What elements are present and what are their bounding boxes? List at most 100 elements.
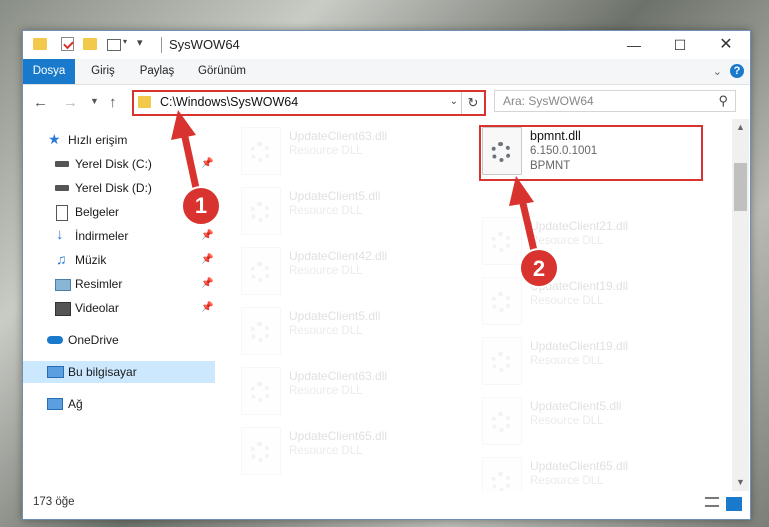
navigation-bar: ← → ▼ ↑ C:\Windows\SysWOW64 ⌄ ↻ Ara: Sys… [23,85,750,119]
dll-file-icon [482,277,522,325]
drive-icon [55,161,69,167]
file-tile[interactable]: UpdateClient21.dll Resource DLL [482,217,702,267]
maximize-button[interactable]: ☐ [657,31,703,59]
downloads-icon: ↓ [56,226,64,243]
file-name: UpdateClient5.dll [530,399,622,413]
status-bar: 173 öğe [23,491,750,519]
file-tile[interactable]: UpdateClient63.dll Resource DLL [241,127,461,177]
tab-giris[interactable]: Giriş [81,59,125,84]
file-tile[interactable]: UpdateClient5.dll Resource DLL [241,307,461,357]
search-icon[interactable]: ⚲ [718,93,728,109]
sidebar-item-drive-d[interactable]: Yerel Disk (D:) [23,177,215,199]
sidebar-item-label: Ağ [68,397,83,411]
help-icon[interactable]: ? [730,64,744,78]
file-name: UpdateClient5.dll [289,309,381,323]
gear-icon [250,262,270,282]
customize-icon[interactable] [107,39,121,51]
file-tile[interactable]: UpdateClient19.dll Resource DLL [482,277,702,327]
tab-paylas[interactable]: Paylaş [133,59,181,84]
navigation-pane: ★ Hızlı erişim Yerel Disk (C:) 📌 Yerel D… [23,119,215,491]
pin-icon: 📌 [201,302,214,313]
gear-icon [250,382,270,402]
sidebar-item-label: Hızlı erişim [68,133,128,147]
pin-icon: 📌 [201,158,214,169]
file-tile[interactable]: UpdateClient19.dll Resource DLL [482,337,702,387]
file-tile[interactable]: UpdateClient63.dll Resource DLL [241,367,461,417]
gear-icon [250,142,270,162]
file-tile[interactable]: UpdateClient5.dll Resource DLL [241,187,461,237]
sidebar-item-this-pc[interactable]: Bu bilgisayar [23,361,215,383]
sidebar-item-music[interactable]: ♫ Müzik 📌 [23,249,215,271]
collapse-ribbon-icon[interactable]: ⌄ [713,65,722,78]
chevron-down-icon[interactable]: ▾ [123,37,131,51]
file-tile[interactable]: UpdateClient42.dll Resource DLL [241,247,461,297]
folder-icon [138,96,151,108]
pin-icon: 📌 [201,230,214,241]
scroll-down-arrow[interactable]: ▼ [732,474,749,491]
documents-icon [56,205,68,221]
new-folder-icon[interactable] [83,38,97,50]
dll-file-icon [241,427,281,475]
toolbar-dropdown-icon[interactable]: ▾ [137,36,147,50]
search-input[interactable]: Ara: SysWOW64 ⚲ [494,90,736,112]
gear-icon [491,232,511,252]
sidebar-item-quick-access[interactable]: ★ Hızlı erişim [23,129,215,151]
music-icon: ♫ [56,251,67,267]
minimize-button[interactable]: — [611,31,657,59]
details-view-icon[interactable] [705,497,719,507]
file-tile[interactable]: UpdateClient65.dll Resource DLL [482,457,702,491]
address-path[interactable]: C:\Windows\SysWOW64 [160,95,298,109]
file-explorer-window: ▾ ▾ SysWOW64 — ☐ ✕ Dosya Giriş Paylaş Gö… [22,30,751,520]
sidebar-item-pictures[interactable]: Resimler 📌 [23,273,215,295]
dll-file-icon [241,127,281,175]
sidebar-item-onedrive[interactable]: OneDrive [23,329,215,351]
title-bar: ▾ ▾ SysWOW64 — ☐ ✕ [23,31,750,59]
file-name: UpdateClient65.dll [289,429,388,443]
dll-file-icon [482,217,522,265]
file-name: UpdateClient65.dll [530,459,629,473]
up-button[interactable]: ↑ [109,94,117,111]
gear-icon [250,322,270,342]
file-type: Resource DLL [289,205,363,217]
folder-icon [33,38,47,50]
recent-locations-button[interactable]: ▼ [90,96,99,106]
sidebar-item-label: Yerel Disk (D:) [75,181,152,195]
file-tile[interactable]: UpdateClient65.dll Resource DLL [241,427,461,477]
file-name: UpdateClient63.dll [289,369,388,383]
tab-dosya[interactable]: Dosya [23,59,75,84]
window-title: SysWOW64 [169,37,240,52]
sidebar-item-videos[interactable]: Videolar 📌 [23,297,215,319]
file-name: UpdateClient21.dll [530,219,629,233]
address-bar[interactable]: C:\Windows\SysWOW64 ⌄ ↻ [132,90,486,116]
scroll-up-arrow[interactable]: ▲ [732,119,749,136]
tab-gorunum[interactable]: Görünüm [191,59,253,84]
file-tile[interactable]: UpdateClient5.dll Resource DLL [482,397,702,447]
sidebar-item-network[interactable]: Ağ [23,393,215,415]
dll-file-icon [241,307,281,355]
chevron-down-icon[interactable]: ⌄ [450,96,458,107]
network-icon [47,398,63,410]
pin-icon: 📌 [201,254,214,265]
file-type: Resource DLL [530,295,604,307]
sidebar-item-downloads[interactable]: ↓ İndirmeler 📌 [23,225,215,247]
gear-icon [491,352,511,372]
large-icons-view-icon[interactable] [726,497,742,511]
vertical-scrollbar[interactable]: ▲ ▼ [732,119,749,491]
file-type: Resource DLL [530,415,604,427]
sidebar-item-label: Müzik [75,253,107,267]
scroll-thumb[interactable] [734,163,747,211]
properties-icon[interactable] [61,37,74,51]
refresh-button[interactable]: ↻ [461,92,484,114]
title-separator [161,37,162,53]
gear-icon [491,292,511,312]
sidebar-item-label: Bu bilgisayar [68,365,137,379]
back-button[interactable]: ← [33,94,48,111]
close-button[interactable]: ✕ [703,31,749,59]
sidebar-item-documents[interactable]: Belgeler 📌 [23,201,215,223]
sidebar-item-drive-c[interactable]: Yerel Disk (C:) 📌 [23,153,215,175]
file-name: UpdateClient19.dll [530,339,629,353]
forward-button[interactable]: → [63,94,78,111]
gear-icon [491,472,511,491]
file-name: UpdateClient42.dll [289,249,388,263]
dll-file-icon [482,397,522,445]
